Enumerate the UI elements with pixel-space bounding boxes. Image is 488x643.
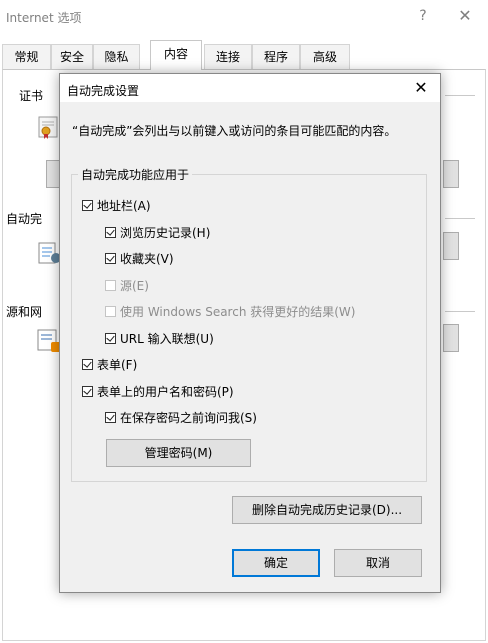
feeds-section-label: 源和网: [6, 305, 43, 319]
dialog-description: “自动完成”会列出与以前键入或访问的条目可能匹配的内容。: [72, 124, 397, 138]
checkbox-label: 使用 Windows Search 获得更好的结果(W): [120, 304, 356, 319]
tab-connections[interactable]: 连接: [204, 44, 252, 69]
tab-security[interactable]: 安全: [51, 44, 93, 69]
checkbox-checked-icon: [105, 252, 116, 264]
tab-general[interactable]: 常规: [2, 44, 51, 69]
publishers-button[interactable]: [443, 160, 459, 188]
autocomplete-settings-dialog: 自动完成设置 ✕ “自动完成”会列出与以前键入或访问的条目可能匹配的内容。 自动…: [59, 73, 441, 593]
checkbox-checked-icon: [82, 385, 93, 397]
checkbox-checked-icon: [105, 411, 116, 423]
autocomplete-settings-button[interactable]: [443, 232, 459, 260]
section-divider: [445, 218, 475, 219]
checkbox-label: 表单(F): [97, 357, 138, 372]
section-divider: [445, 95, 475, 96]
checkbox-unchecked-icon: [105, 279, 116, 291]
favorites-checkbox[interactable]: 收藏夹(V): [105, 249, 174, 267]
ok-button[interactable]: 确定: [232, 549, 320, 577]
address-bar-checkbox[interactable]: 地址栏(A): [82, 196, 151, 214]
checkbox-label: 地址栏(A): [97, 198, 151, 213]
window-title: Internet 选项: [6, 11, 82, 25]
dialog-titlebar: 自动完成设置 ✕: [60, 74, 440, 102]
manage-passwords-button[interactable]: 管理密码(M): [106, 439, 251, 467]
checkbox-checked-icon: [82, 199, 93, 211]
forms-checkbox[interactable]: 表单(F): [82, 355, 137, 373]
feeds-settings-button[interactable]: [443, 324, 459, 352]
autocomplete-usage-group: 自动完成功能应用于 地址栏(A) 浏览历史记录(H) 收藏夹(V) 源(E) 使…: [71, 166, 427, 482]
autocomplete-section-label: 自动完: [6, 212, 43, 226]
window-titlebar: Internet 选项 ? ✕: [0, 0, 488, 34]
checkbox-label: 表单上的用户名和密码(P): [97, 384, 234, 399]
checkbox-label: URL 输入联想(U): [120, 331, 214, 346]
cancel-button[interactable]: 取消: [334, 549, 422, 577]
tab-advanced[interactable]: 高级: [300, 44, 350, 69]
feeds-checkbox: 源(E): [105, 276, 149, 294]
dialog-title: 自动完成设置: [67, 84, 140, 98]
checkbox-unchecked-icon: [105, 305, 116, 317]
checkbox-checked-icon: [105, 226, 116, 238]
checkbox-label: 在保存密码之前询问我(S): [120, 410, 257, 425]
url-suggestions-checkbox[interactable]: URL 输入联想(U): [105, 329, 214, 347]
group-title: 自动完成功能应用于: [78, 166, 193, 183]
tab-strip: 常规 安全 隐私 内容 连接 程序 高级: [0, 38, 488, 70]
help-button[interactable]: ?: [412, 6, 434, 26]
checkbox-checked-icon: [82, 358, 93, 370]
checkbox-label: 收藏夹(V): [120, 251, 174, 266]
delete-autocomplete-history-button[interactable]: 删除自动完成历史记录(D)...: [232, 496, 422, 524]
checkbox-label: 源(E): [120, 278, 149, 293]
ask-before-saving-checkbox[interactable]: 在保存密码之前询问我(S): [105, 408, 257, 426]
certificates-label: 证书: [19, 89, 44, 103]
windows-search-checkbox: 使用 Windows Search 获得更好的结果(W): [105, 302, 355, 320]
checkbox-checked-icon: [105, 332, 116, 344]
tab-privacy[interactable]: 隐私: [93, 44, 140, 69]
dialog-close-button[interactable]: ✕: [407, 77, 435, 99]
tab-content[interactable]: 内容: [150, 40, 202, 70]
window-close-button[interactable]: ✕: [453, 6, 477, 26]
browsing-history-checkbox[interactable]: 浏览历史记录(H): [105, 223, 210, 241]
section-divider: [445, 311, 475, 312]
checkbox-label: 浏览历史记录(H): [120, 225, 211, 240]
usernames-passwords-checkbox[interactable]: 表单上的用户名和密码(P): [82, 382, 234, 400]
tab-programs[interactable]: 程序: [252, 44, 300, 69]
